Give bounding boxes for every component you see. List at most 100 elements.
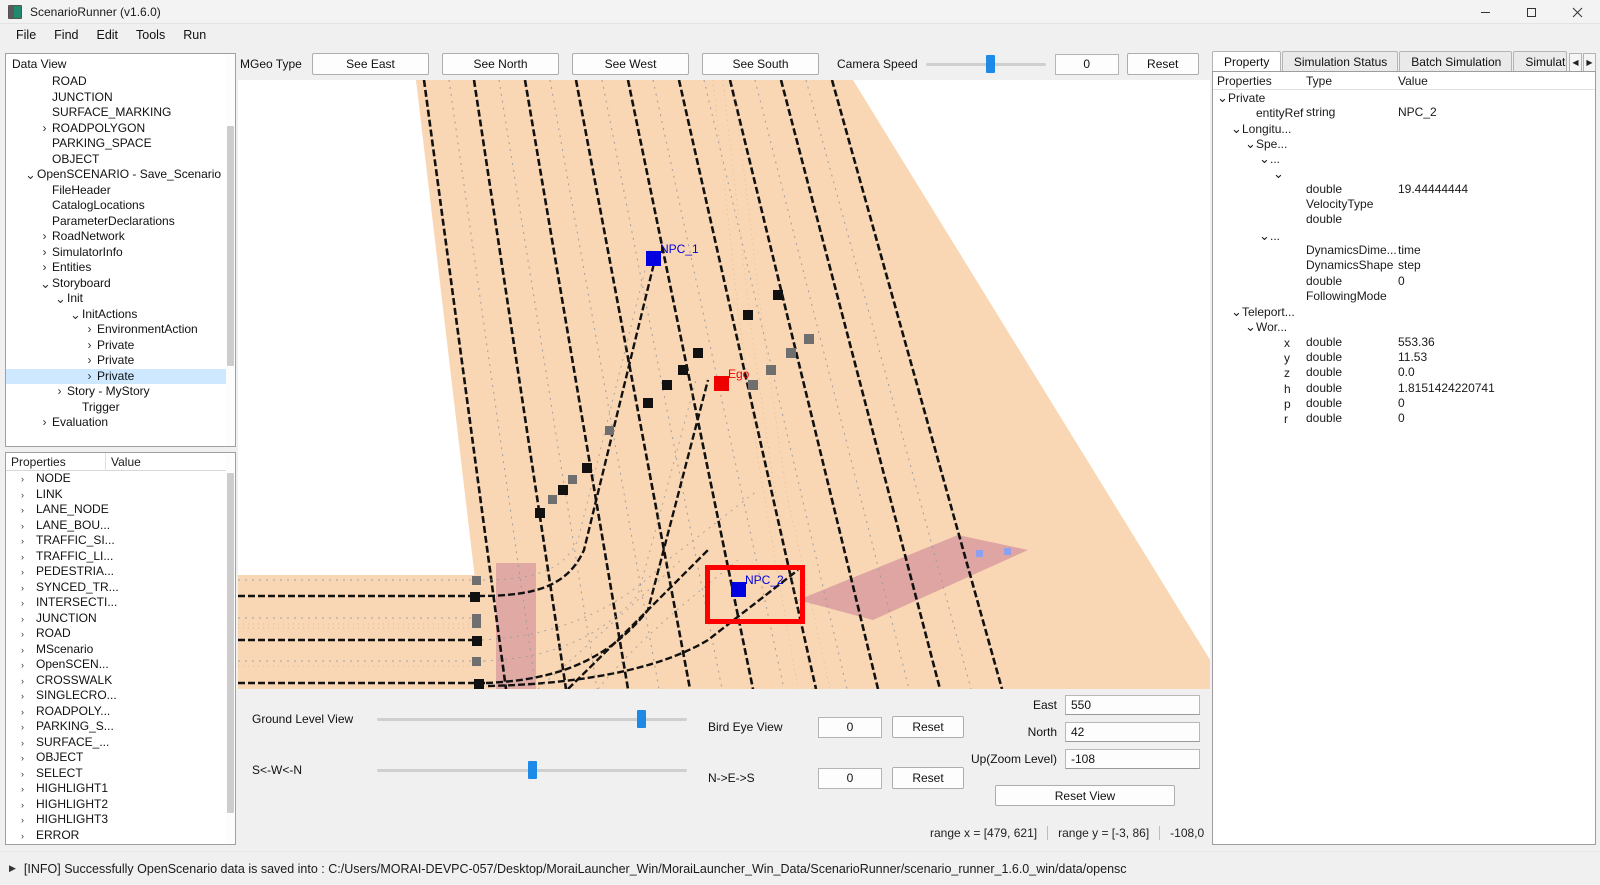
property-row[interactable]: ⌄Spe... <box>1213 136 1595 151</box>
chevron-right-icon[interactable]: › <box>18 503 27 519</box>
chevron-right-icon[interactable]: › <box>85 353 94 369</box>
data-view-item[interactable]: CatalogLocations <box>6 198 235 214</box>
property-row[interactable]: zdouble0.0 <box>1213 365 1595 380</box>
expand-triangle-icon[interactable]: ▶ <box>9 863 16 874</box>
chevron-right-icon[interactable]: › <box>18 488 27 504</box>
tab-batch-simulation[interactable]: Batch Simulation <box>1399 51 1512 72</box>
property-rows[interactable]: ⌄Private entityRefstringNPC_2⌄Longitu...… <box>1213 90 1595 427</box>
property-row[interactable]: ⌄Private <box>1213 90 1595 105</box>
see-south-button[interactable]: See South <box>702 53 819 75</box>
nes-value[interactable]: 0 <box>818 768 882 789</box>
chevron-right-icon[interactable]: › <box>18 612 27 628</box>
property-row-value[interactable] <box>1398 90 1578 105</box>
tab-simulation-status[interactable]: Simulation Status <box>1282 51 1398 72</box>
chevron-right-icon[interactable]: › <box>18 550 27 566</box>
property-row-value[interactable]: 0 <box>1398 274 1578 289</box>
chevron-right-icon[interactable]: › <box>40 121 49 137</box>
chevron-right-icon[interactable]: › <box>18 565 27 581</box>
chevron-right-icon[interactable]: › <box>18 767 27 783</box>
map-viewport[interactable]: NPC_1EgoNPC_2 <box>238 80 1210 689</box>
camera-speed-value[interactable]: 0 <box>1055 54 1119 75</box>
see-east-button[interactable]: See East <box>312 53 429 75</box>
property-row[interactable]: VelocityType <box>1213 197 1595 212</box>
chevron-down-icon[interactable]: ⌄ <box>1259 151 1270 166</box>
chevron-right-icon[interactable]: › <box>40 260 49 276</box>
properties-list-item[interactable]: ›ROADPOLY... <box>6 704 235 720</box>
reset-view-button[interactable]: Reset View <box>995 785 1175 806</box>
property-row[interactable]: ⌄ <box>1213 166 1595 181</box>
tab-property[interactable]: Property <box>1212 51 1281 72</box>
property-row-value[interactable]: step <box>1398 258 1578 273</box>
property-row[interactable]: pdouble0 <box>1213 396 1595 411</box>
data-view-scrollbar[interactable] <box>226 54 235 446</box>
data-view-item[interactable]: FileHeader <box>6 183 235 199</box>
vehicle-marker-npc_2[interactable]: NPC_2 <box>731 582 746 597</box>
chevron-right-icon[interactable]: › <box>18 736 27 752</box>
vehicle-marker-ego[interactable]: Ego <box>714 376 729 391</box>
chevron-down-icon[interactable]: ⌄ <box>1259 228 1270 243</box>
data-view-item[interactable]: ›Private <box>6 353 235 369</box>
property-row-value[interactable]: NPC_2 <box>1398 105 1578 120</box>
properties-list[interactable]: ›NODE›LINK›LANE_NODE›LANE_BOU...›TRAFFIC… <box>6 471 235 843</box>
properties-list-item[interactable]: ›SELECT <box>6 766 235 782</box>
bird-eye-view-value[interactable]: 0 <box>818 717 882 738</box>
properties-list-item[interactable]: ›HIGHLIGHT2 <box>6 797 235 813</box>
properties-list-item[interactable]: ›CROSSWALK <box>6 673 235 689</box>
chevron-right-icon[interactable]: › <box>85 338 94 354</box>
property-row-value[interactable] <box>1398 228 1578 243</box>
property-row[interactable]: ydouble11.53 <box>1213 350 1595 365</box>
chevron-right-icon[interactable]: › <box>18 643 27 659</box>
chevron-right-icon[interactable]: › <box>18 658 27 674</box>
property-row[interactable]: DynamicsDime...time <box>1213 243 1595 258</box>
properties-list-item[interactable]: ›MScenario <box>6 642 235 658</box>
property-row-value[interactable] <box>1398 197 1578 212</box>
chevron-right-icon[interactable]: › <box>18 829 27 845</box>
property-row[interactable]: ⌄... <box>1213 151 1595 166</box>
data-view-item[interactable]: ›Private <box>6 338 235 354</box>
property-row[interactable]: rdouble0 <box>1213 411 1595 426</box>
data-view-tree[interactable]: ROAD JUNCTION SURFACE_MARKING›ROADPOLYGO… <box>6 74 235 431</box>
menu-find[interactable]: Find <box>45 26 87 44</box>
properties-list-item[interactable]: ›PARKING_S... <box>6 719 235 735</box>
property-row[interactable]: double <box>1213 212 1595 227</box>
maximize-button[interactable] <box>1508 0 1554 24</box>
data-view-item[interactable]: ›EnvironmentAction <box>6 322 235 338</box>
data-view-item[interactable]: ROAD <box>6 74 235 90</box>
property-row-value[interactable] <box>1398 136 1578 151</box>
chevron-right-icon[interactable]: › <box>18 472 27 488</box>
data-view-item[interactable]: SURFACE_MARKING <box>6 105 235 121</box>
properties-scrollbar[interactable] <box>226 453 235 844</box>
chevron-right-icon[interactable]: › <box>55 384 64 400</box>
north-input[interactable]: 42 <box>1065 722 1200 742</box>
chevron-right-icon[interactable]: › <box>85 322 94 338</box>
properties-list-item[interactable]: ›SYNCED_TR... <box>6 580 235 596</box>
property-row[interactable]: ⌄Longitu... <box>1213 121 1595 136</box>
property-row-value[interactable] <box>1398 319 1578 334</box>
menu-edit[interactable]: Edit <box>87 26 127 44</box>
data-view-item[interactable]: ›Entities <box>6 260 235 276</box>
chevron-down-icon[interactable]: ⌄ <box>1231 304 1242 319</box>
up-zoom-level-input[interactable]: -108 <box>1065 749 1200 769</box>
chevron-down-icon[interactable]: ⌄ <box>25 167 34 183</box>
property-row-value[interactable]: time <box>1398 243 1578 258</box>
properties-list-item[interactable]: ›LINK <box>6 487 235 503</box>
chevron-right-icon[interactable]: › <box>18 751 27 767</box>
properties-list-item[interactable]: ›TRAFFIC_SI... <box>6 533 235 549</box>
property-row-value[interactable]: 0 <box>1398 396 1578 411</box>
chevron-right-icon[interactable]: › <box>18 627 27 643</box>
chevron-right-icon[interactable]: › <box>18 689 27 705</box>
properties-list-item[interactable]: ›PEDESTRIA... <box>6 564 235 580</box>
chevron-down-icon[interactable]: ⌄ <box>1217 90 1228 105</box>
close-button[interactable] <box>1554 0 1600 24</box>
nes-reset-button[interactable]: Reset <box>892 767 964 789</box>
tab-simulation-overflow[interactable]: Simulati <box>1513 51 1567 72</box>
chevron-down-icon[interactable]: ⌄ <box>1245 136 1256 151</box>
chevron-right-icon[interactable]: ▶ <box>1583 53 1596 72</box>
chevron-right-icon[interactable]: › <box>18 534 27 550</box>
property-row-value[interactable]: 1.8151424220741 <box>1398 381 1578 396</box>
property-row-value[interactable]: 0 <box>1398 411 1578 426</box>
chevron-right-icon[interactable]: › <box>85 369 94 385</box>
chevron-down-icon[interactable]: ⌄ <box>40 276 49 292</box>
minimize-button[interactable] <box>1462 0 1508 24</box>
data-view-item[interactable]: ›SimulatorInfo <box>6 245 235 261</box>
